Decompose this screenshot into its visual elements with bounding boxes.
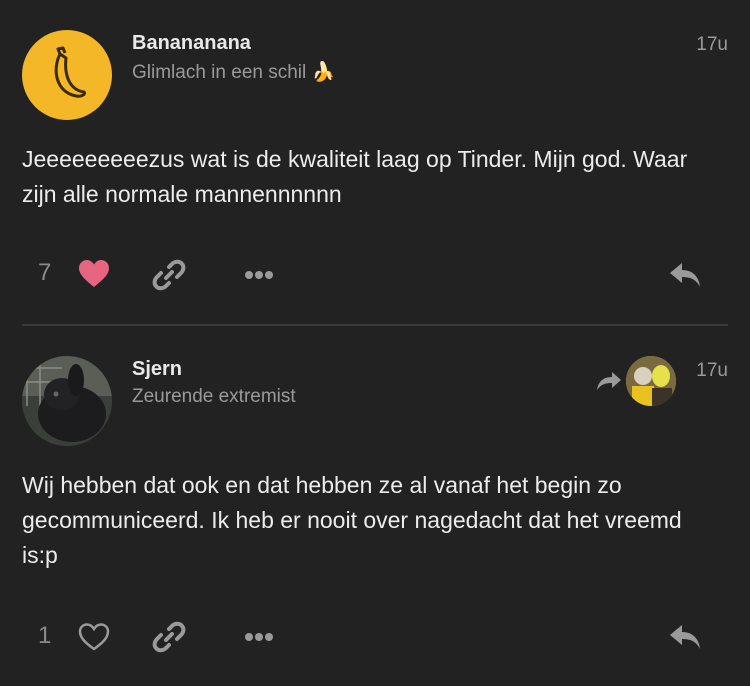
post: Banananana Glimlach in een schil 🍌 17u J… [0,0,750,324]
heart-outline-icon[interactable] [78,622,110,657]
more-icon[interactable] [244,630,274,648]
like-count[interactable]: 1 [38,622,51,650]
link-icon[interactable] [152,258,186,297]
reply-icon[interactable] [668,622,702,657]
reply-to-avatar[interactable] [626,356,676,406]
more-icon[interactable] [244,268,274,286]
post-body: Wij hebben dat ook en dat hebben ze al v… [22,472,682,568]
reply-icon[interactable] [668,260,702,295]
user-avatar[interactable] [22,30,112,120]
post: Sjern Zeurende extremist 17u Wij hebben … [0,326,750,686]
user-avatar[interactable] [22,356,112,446]
link-icon[interactable] [152,620,186,659]
username[interactable]: Banananana [132,32,251,55]
user-title: Zeurende extremist [132,386,296,407]
reply-to-arrow-icon[interactable] [596,370,622,397]
like-count[interactable]: 7 [38,259,51,287]
banana-icon [54,46,86,98]
post-time[interactable]: 17u [696,360,728,382]
post-time[interactable]: 17u [696,34,728,56]
rabbit-photo [22,356,112,446]
heart-filled-icon[interactable] [78,259,110,294]
user-title: Glimlach in een schil 🍌 [132,62,336,83]
username[interactable]: Sjern [132,358,182,381]
post-body: Jeeeeeeeeezus wat is de kwaliteit laag o… [22,146,688,207]
